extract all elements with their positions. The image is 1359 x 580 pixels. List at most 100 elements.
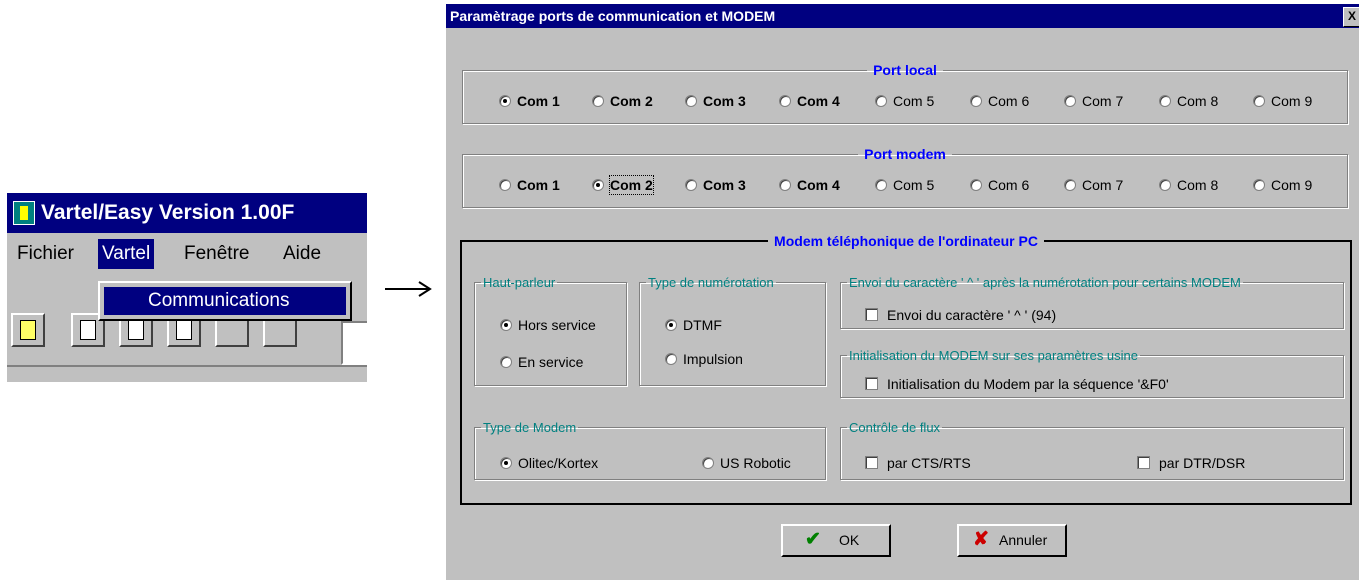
radio-label: Com 2	[609, 175, 654, 195]
radio-dot	[970, 95, 982, 107]
radio-label: DTMF	[683, 317, 722, 333]
port-modem-group: Port modem Com 1 Com 2 Com 3 Com 4 Com 5 Com …	[462, 146, 1348, 208]
radio-dot	[500, 356, 512, 368]
checkmark-icon: ✔	[805, 529, 821, 550]
checkbox-box	[1137, 456, 1150, 469]
radio-label: Com 3	[703, 177, 746, 193]
ok-label: OK	[839, 532, 860, 548]
radio-label: Com 8	[1177, 93, 1219, 109]
radio-dot	[875, 95, 887, 107]
envoi-caractere-group: Envoi du caractère ' ^ ' après la numéro…	[840, 275, 1344, 329]
dialog-title-bar: Paramètrage ports de communication et MO…	[446, 4, 1359, 28]
radio-label: Com 6	[988, 177, 1030, 193]
app-title: Vartel/Easy Version 1.00F	[41, 201, 295, 224]
radio-dot	[665, 319, 677, 331]
radio-label: Com 9	[1271, 93, 1313, 109]
initialisation-legend: Initialisation du MODEM sur ses paramètr…	[849, 348, 1139, 363]
radio-label: En service	[518, 354, 584, 370]
save-icon	[128, 320, 144, 340]
radio-dot	[500, 319, 512, 331]
radio-label: Com 9	[1271, 177, 1313, 193]
radio-dot	[875, 179, 887, 191]
ports-dialog: Paramètrage ports de communication et MO…	[444, 4, 1359, 580]
checkbox-box	[865, 377, 878, 390]
app-menubar: Fichier Vartel Fenêtre Aide	[7, 239, 367, 269]
checkbox-box	[865, 308, 878, 321]
radio-dot	[1253, 95, 1265, 107]
radio-dot	[592, 179, 604, 191]
radio-dot	[500, 457, 512, 469]
menu-vartel[interactable]: Vartel	[98, 239, 155, 269]
radio-dot	[499, 179, 511, 191]
radio-label: Com 8	[1177, 177, 1219, 193]
radio-label: Com 3	[703, 93, 746, 109]
x-cross-icon: ✘	[973, 529, 989, 550]
modem-group-legend: Modem téléphonique de l'ordinateur PC	[774, 233, 1038, 249]
type-numerotation-group: Type de numérotation DTMF Impulsion	[639, 275, 826, 386]
ok-button[interactable]: ✔ OK	[781, 524, 891, 557]
modem-group: Modem téléphonique de l'ordinateur PC Ha…	[460, 233, 1352, 505]
checkbox-label: par DTR/DSR	[1159, 455, 1246, 471]
radio-dot	[1064, 179, 1076, 191]
app-status-area	[7, 365, 367, 381]
initialisation-group: Initialisation du MODEM sur ses paramètr…	[840, 348, 1344, 398]
menu-aide[interactable]: Aide	[279, 239, 325, 269]
radio-label: Com 7	[1082, 177, 1124, 193]
menu-fenetre[interactable]: Fenêtre	[180, 239, 253, 269]
radio-dot	[970, 179, 982, 191]
app-logo-icon	[13, 201, 35, 225]
radio-label: Com 2	[610, 93, 653, 109]
new-document-button[interactable]	[11, 313, 45, 347]
radio-label: Olitec/Kortex	[518, 455, 599, 471]
radio-label: Com 6	[988, 93, 1030, 109]
new-document-icon	[20, 320, 36, 340]
controle-flux-group: Contrôle de flux par CTS/RTS par DTR/DSR	[840, 420, 1344, 480]
radio-dot	[685, 95, 697, 107]
vartel-dropdown-menu: Communications	[98, 281, 352, 321]
haut-parleur-legend: Haut-parleur	[483, 275, 556, 290]
checkbox-label: Envoi du caractère ' ^ ' (94)	[887, 307, 1057, 323]
port-local-legend: Port local	[873, 62, 937, 78]
radio-dot	[592, 95, 604, 107]
open-document-icon	[80, 320, 96, 340]
app-title-bar: Vartel/Easy Version 1.00F	[7, 193, 367, 233]
radio-dot	[702, 457, 714, 469]
radio-dot	[779, 95, 791, 107]
radio-label: Com 7	[1082, 93, 1124, 109]
radio-label: US Robotic	[720, 455, 791, 471]
type-modem-group: Type de Modem Olitec/Kortex US Robotic	[474, 420, 826, 480]
radio-label: Hors service	[518, 317, 596, 333]
radio-label: Impulsion	[683, 351, 743, 367]
type-modem-legend: Type de Modem	[483, 420, 577, 435]
haut-parleur-group: Haut-parleur Hors service En service	[474, 275, 627, 386]
radio-dot	[1159, 179, 1171, 191]
radio-dot	[1064, 95, 1076, 107]
radio-dot	[1253, 179, 1265, 191]
menu-item-communications[interactable]: Communications	[104, 287, 346, 315]
toolbar-input[interactable]	[341, 321, 367, 365]
port-local-group: Port local Com 1 Com 2 Com 3 Com 4 Com 5 Com …	[462, 62, 1348, 124]
radio-dot	[665, 353, 677, 365]
radio-label: Com 4	[797, 93, 840, 109]
checkbox-label: par CTS/RTS	[887, 455, 971, 471]
vartel-app-window: Vartel/Easy Version 1.00F Fichier Vartel…	[7, 193, 367, 382]
radio-label: Com 4	[797, 177, 840, 193]
port-modem-legend: Port modem	[864, 146, 946, 162]
menu-fichier[interactable]: Fichier	[13, 239, 78, 269]
type-numerotation-legend: Type de numérotation	[648, 275, 774, 290]
radio-label: Com 1	[517, 93, 560, 109]
arrow-right-icon	[385, 281, 432, 297]
cancel-label: Annuler	[999, 532, 1048, 548]
print-icon	[176, 320, 192, 340]
dialog-title: Paramètrage ports de communication et MO…	[450, 8, 776, 24]
radio-label: Com 5	[893, 177, 935, 193]
checkbox-label: Initialisation du Modem par la séquence …	[887, 376, 1169, 392]
radio-dot	[1159, 95, 1171, 107]
envoi-caractere-legend: Envoi du caractère ' ^ ' après la numéro…	[849, 275, 1241, 290]
radio-label: Com 5	[893, 93, 935, 109]
radio-label: Com 1	[517, 177, 560, 193]
cancel-button[interactable]: ✘ Annuler	[957, 524, 1067, 557]
radio-dot	[499, 95, 511, 107]
checkbox-box	[865, 456, 878, 469]
close-button[interactable]: X	[1343, 7, 1359, 27]
